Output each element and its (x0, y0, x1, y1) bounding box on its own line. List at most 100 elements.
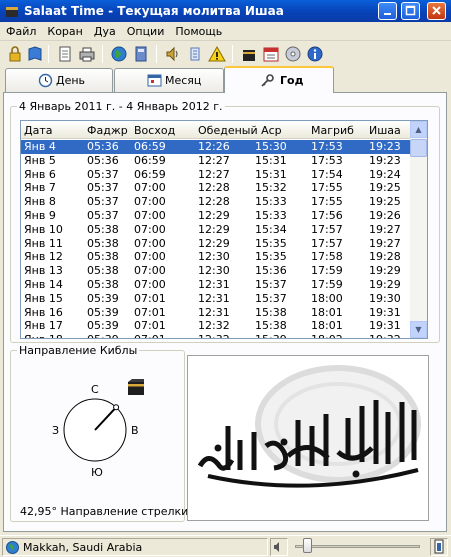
table-cell: 17:53 (311, 153, 343, 167)
toolbar-separator (48, 45, 49, 63)
table-cell: 17:59 (311, 264, 343, 278)
title-bar[interactable]: Salaat Time - Текущая молитва Ишаа (0, 0, 451, 22)
info-icon[interactable] (306, 45, 324, 63)
column-header-maghrib[interactable]: Магриб (311, 124, 354, 137)
table-row[interactable]: Янв 4 05:36 06:59 12:26 15:30 17:53 19:23 (21, 140, 410, 154)
table-cell: 17:58 (311, 250, 343, 264)
table-cell: 06:59 (134, 167, 166, 181)
table-cell: Янв 4 (24, 140, 56, 153)
close-icon (432, 6, 441, 15)
table-row[interactable]: Янв 16 05:39 07:01 12:31 15:38 18:01 19:31 (21, 306, 410, 320)
menu-quran[interactable]: Коран (41, 22, 87, 38)
table-cell: 18:00 (311, 291, 343, 305)
table-cell: 15:33 (255, 208, 287, 222)
table-cell: 15:30 (255, 140, 287, 153)
qibla-direction-text: 42,95° Направление стрелки н (20, 505, 200, 518)
column-header-fajr[interactable]: Фаджр (87, 124, 128, 137)
tab-year-label: Год (280, 74, 304, 87)
tab-day-label: День (56, 74, 86, 87)
table-cell: 19:25 (369, 195, 401, 209)
table-row[interactable]: Янв 12 05:38 07:00 12:30 15:35 17:58 19:28 (21, 250, 410, 264)
table-row[interactable]: Янв 18 05:39 07:01 12:32 15:39 18:02 19:32 (21, 333, 410, 338)
compass-north-label: С (91, 383, 99, 396)
table-cell: 05:39 (87, 319, 119, 333)
menu-dua[interactable]: Дуа (88, 22, 121, 38)
table-row[interactable]: Янв 7 05:37 07:00 12:28 15:32 17:55 19:25 (21, 181, 410, 195)
scroll-thumb[interactable] (410, 139, 427, 157)
table-cell: Янв 14 (24, 277, 63, 291)
menu-file[interactable]: Файл (0, 22, 41, 38)
warning-icon[interactable] (208, 45, 226, 63)
volume-track[interactable] (295, 545, 420, 548)
compass-east-label: В (131, 424, 139, 437)
volume-slider-thumb[interactable] (303, 538, 313, 553)
calendar-icon (147, 74, 162, 87)
kaaba-icon[interactable] (240, 45, 258, 63)
column-header-dhuhr-asr[interactable]: Обеденый Аср (198, 124, 282, 137)
menu-options[interactable]: Опции (121, 22, 170, 38)
maximize-button[interactable] (401, 2, 420, 20)
table-row[interactable]: Янв 9 05:37 07:00 12:29 15:33 17:56 19:26 (21, 209, 410, 223)
table-cell: 17:53 (311, 140, 343, 153)
table-cell: 12:29 (198, 222, 230, 236)
table-cell: 19:32 (369, 333, 401, 338)
table-row[interactable]: Янв 14 05:38 07:00 12:31 15:37 17:59 19:29 (21, 278, 410, 292)
page-icon[interactable] (56, 45, 74, 63)
table-cell: 07:01 (134, 291, 166, 305)
table-cell: 15:31 (255, 153, 287, 167)
table-row[interactable]: Янв 5 05:36 06:59 12:27 15:31 17:53 19:23 (21, 154, 410, 168)
scroll-down-button[interactable]: ▼ (410, 321, 427, 338)
table-row[interactable]: Янв 11 05:38 07:00 12:29 15:35 17:57 19:27 (21, 237, 410, 251)
table-cell: 05:38 (87, 222, 119, 236)
close-button[interactable] (427, 2, 446, 20)
table-cell: 05:37 (87, 167, 119, 181)
table-cell: 19:31 (369, 305, 401, 319)
printer-icon[interactable] (78, 45, 96, 63)
column-header-sunrise[interactable]: Восход (134, 124, 175, 137)
lamp-icon[interactable] (186, 45, 204, 63)
menu-bar: Файл Коран Дуа Опции Помощь (0, 22, 451, 41)
table-cell: 17:57 (311, 236, 343, 250)
table-cell: 19:24 (369, 167, 401, 181)
calendar-icon[interactable] (262, 45, 280, 63)
table-cell: Янв 5 (24, 153, 56, 167)
column-header-date[interactable]: Дата (24, 124, 52, 137)
lock-icon[interactable] (6, 45, 24, 63)
table-row[interactable]: Янв 8 05:37 07:00 12:28 15:33 17:55 19:25 (21, 195, 410, 209)
column-header-isha[interactable]: Ишаа (369, 124, 401, 137)
table-cell: 07:01 (134, 333, 166, 338)
toolbar-separator (232, 45, 233, 63)
table-cell: 05:38 (87, 277, 119, 291)
calculator-icon[interactable] (132, 45, 150, 63)
table-row[interactable]: Янв 13 05:38 07:00 12:30 15:36 17:59 19:29 (21, 264, 410, 278)
tab-day[interactable]: День (5, 68, 113, 92)
table-row[interactable]: Янв 10 05:38 07:00 12:29 15:34 17:57 19:27 (21, 223, 410, 237)
table-cell: 17:59 (311, 277, 343, 291)
scroll-up-button[interactable]: ▲ (410, 121, 427, 138)
prayer-times-list[interactable]: Дата Фаджр Восход Обеденый Аср Магриб Иш… (20, 120, 428, 339)
table-cell: Янв 7 (24, 181, 56, 195)
globe-icon[interactable] (110, 45, 128, 63)
table-cell: 12:29 (198, 236, 230, 250)
book-icon[interactable] (26, 45, 44, 63)
table-cell: 07:00 (134, 208, 166, 222)
table-row[interactable]: Янв 17 05:39 07:01 12:32 15:38 18:01 19:31 (21, 319, 410, 333)
tab-month[interactable]: Месяц (114, 68, 224, 92)
minimize-button[interactable] (378, 2, 397, 20)
status-grip-pane (430, 538, 448, 556)
table-row[interactable]: Янв 15 05:39 07:01 12:31 15:37 18:00 19:30 (21, 292, 410, 306)
table-row[interactable]: Янв 6 05:37 06:59 12:27 15:31 17:54 19:24 (21, 168, 410, 182)
cd-icon[interactable] (284, 45, 302, 63)
battery-icon (434, 539, 444, 554)
table-cell: Янв 12 (24, 250, 63, 264)
table-cell: Янв 13 (24, 264, 63, 278)
compass-south-label: Ю (91, 466, 103, 479)
vertical-scrollbar[interactable]: ▲ ▼ (410, 121, 427, 338)
table-cell: 12:28 (198, 195, 230, 209)
table-cell: 07:00 (134, 250, 166, 264)
tab-year[interactable]: Год (224, 66, 334, 93)
menu-help[interactable]: Помощь (169, 22, 227, 38)
table-cell: 15:35 (255, 250, 287, 264)
speaker-icon[interactable] (164, 45, 182, 63)
table-cell: 17:55 (311, 195, 343, 209)
